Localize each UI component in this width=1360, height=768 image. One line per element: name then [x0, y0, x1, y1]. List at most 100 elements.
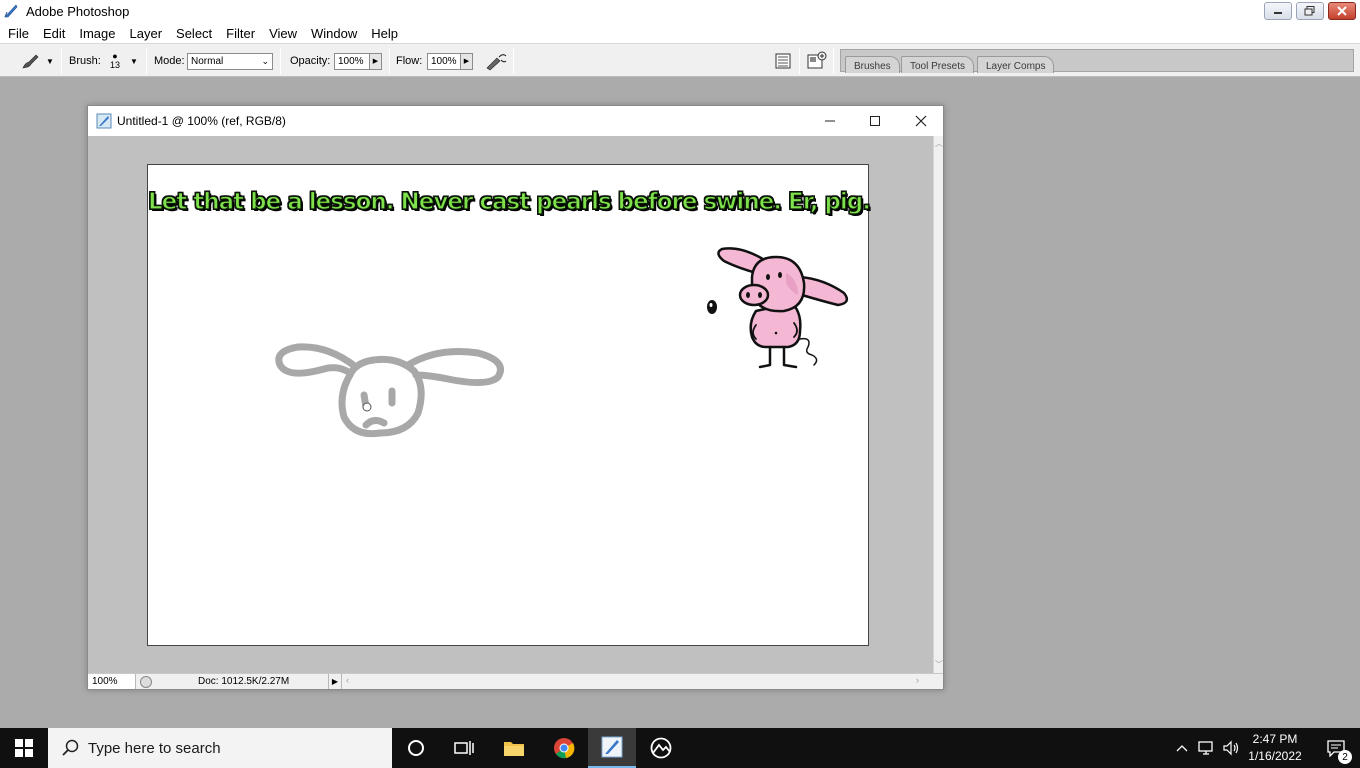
folder-icon — [504, 742, 524, 756]
app-window-controls — [1264, 2, 1356, 20]
chevron-down-icon: ⌄ — [261, 55, 269, 66]
triangle-right-icon: ▶ — [463, 58, 470, 65]
menu-help[interactable]: Help — [371, 26, 398, 41]
canvas-workspace[interactable]: Let that be a lesson. Never cast pearls … — [88, 136, 934, 674]
menu-file[interactable]: File — [8, 26, 29, 41]
airbrush-icon — [486, 54, 507, 71]
maximize-icon — [870, 116, 880, 126]
windows-logo-icon — [15, 739, 33, 757]
options-bar: ▼ Brush: ● 13 ▼ Mode: Normal ⌄ Opacity: … — [0, 43, 1360, 77]
opacity-value: 100% — [338, 55, 364, 67]
opacity-label: Opacity: — [290, 55, 331, 67]
brush-tool-icon — [22, 54, 39, 69]
scroll-up-icon[interactable]: ︿ — [935, 138, 943, 149]
minimize-icon — [825, 120, 835, 122]
search-icon — [62, 739, 79, 756]
gray-sketch-drawing — [275, 343, 504, 438]
scroll-down-icon[interactable]: ﹀ — [935, 659, 943, 670]
brush-label: Brush: — [69, 55, 101, 67]
chevron-down-icon: ▼ — [130, 56, 138, 66]
network-icon — [1198, 741, 1213, 755]
action-center-button[interactable]: 2 — [1312, 728, 1360, 768]
tab-brushes[interactable]: Brushes — [845, 56, 900, 73]
canvas[interactable]: Let that be a lesson. Never cast pearls … — [147, 164, 872, 646]
brush-size: 13 — [110, 60, 121, 70]
mode-label: Mode: — [154, 55, 185, 67]
menu-view[interactable]: View — [269, 26, 297, 41]
photos-icon — [650, 737, 672, 759]
close-icon — [1337, 6, 1347, 16]
menu-select[interactable]: Select — [176, 26, 212, 41]
start-button[interactable] — [0, 728, 48, 768]
taskbar-photos[interactable] — [637, 728, 685, 768]
document-size-info: Doc: 1012.5K/2.27M — [198, 676, 290, 687]
photoshop-feather-icon — [4, 4, 18, 18]
airbrush-button[interactable] — [484, 44, 508, 78]
minimize-icon — [1274, 12, 1282, 14]
cortana-icon — [408, 740, 424, 756]
app-title: Adobe Photoshop — [26, 4, 130, 19]
zoom-level-input[interactable]: 100% — [88, 674, 136, 689]
restore-button[interactable] — [1296, 2, 1324, 20]
close-button[interactable] — [1328, 2, 1356, 20]
flow-label: Flow: — [396, 55, 423, 67]
tab-layer-comps[interactable]: Layer Comps — [977, 56, 1055, 73]
document-close-button[interactable] — [910, 111, 932, 131]
menu-window[interactable]: Window — [311, 26, 357, 41]
taskbar-file-explorer[interactable] — [490, 728, 538, 768]
tab-tool-presets[interactable]: Tool Presets — [901, 56, 975, 73]
triangle-right-icon: ▶ — [372, 58, 379, 65]
palette-toggle-button[interactable] — [806, 44, 828, 78]
photoshop-document-icon — [96, 113, 112, 129]
chevron-up-icon — [1176, 745, 1188, 752]
document-maximize-button[interactable] — [864, 111, 886, 131]
opacity-input[interactable]: 100% — [334, 52, 370, 70]
tray-show-hidden[interactable] — [1172, 728, 1192, 768]
taskbar-search-box[interactable]: Type here to search — [48, 728, 392, 768]
brush-picker[interactable]: ● 13 ▼ — [110, 44, 138, 78]
clock-time: 2:47 PM — [1252, 732, 1298, 746]
taskbar-cortana[interactable] — [392, 728, 440, 768]
palette-well: Brushes Tool Presets Layer Comps — [840, 49, 1354, 73]
flow-slider-button[interactable]: ▶ — [461, 52, 473, 70]
status-info-icon — [140, 676, 152, 688]
file-browser-icon — [775, 53, 791, 69]
taskbar-photoshop[interactable] — [588, 728, 636, 768]
photoshop-icon — [601, 736, 623, 758]
tool-preset-picker[interactable]: ▼ — [20, 44, 54, 78]
mode-select[interactable]: Normal ⌄ — [187, 52, 273, 70]
opacity-slider-button[interactable]: ▶ — [370, 52, 382, 70]
tray-volume[interactable] — [1220, 728, 1242, 768]
chevron-down-icon: ▼ — [46, 56, 54, 66]
taskbar: Type here to search 2:47 PM 1/16/2022 2 — [0, 728, 1360, 768]
task-view-icon — [454, 741, 474, 755]
document-titlebar[interactable]: Untitled-1 @ 100% (ref, RGB/8) — [88, 106, 943, 136]
restore-icon — [1304, 6, 1315, 16]
menu-layer[interactable]: Layer — [130, 26, 163, 41]
scroll-right-icon[interactable]: › — [916, 675, 919, 685]
vertical-scrollbar[interactable]: ︿ ﹀ — [933, 136, 943, 674]
menu-edit[interactable]: Edit — [43, 26, 65, 41]
file-browser-button[interactable] — [774, 44, 792, 78]
search-placeholder: Type here to search — [88, 739, 221, 757]
document-title: Untitled-1 @ 100% (ref, RGB/8) — [117, 114, 286, 128]
tray-network[interactable] — [1196, 728, 1218, 768]
minimize-button[interactable] — [1264, 2, 1292, 20]
menu-image[interactable]: Image — [79, 26, 115, 41]
mode-value: Normal — [191, 55, 224, 67]
document-window[interactable]: Untitled-1 @ 100% (ref, RGB/8) Let that … — [87, 105, 944, 690]
status-menu-button[interactable]: ▶ — [328, 674, 342, 689]
document-minimize-button[interactable] — [819, 111, 841, 131]
menu-filter[interactable]: Filter — [226, 26, 255, 41]
flow-value: 100% — [431, 55, 457, 67]
taskbar-task-view[interactable] — [440, 728, 488, 768]
flow-input[interactable]: 100% — [427, 52, 461, 70]
taskbar-chrome[interactable] — [540, 728, 588, 768]
document-statusbar: 100% Doc: 1012.5K/2.27M ▶ ‹ › — [88, 673, 943, 689]
app-titlebar: Adobe Photoshop — [0, 0, 1360, 23]
menu-bar: File Edit Image Layer Select Filter View… — [0, 23, 1360, 43]
taskbar-clock[interactable]: 2:47 PM 1/16/2022 — [1244, 731, 1306, 765]
chrome-icon — [554, 738, 575, 759]
pig-character-drawing — [707, 247, 849, 369]
scroll-left-icon[interactable]: ‹ — [346, 675, 349, 685]
